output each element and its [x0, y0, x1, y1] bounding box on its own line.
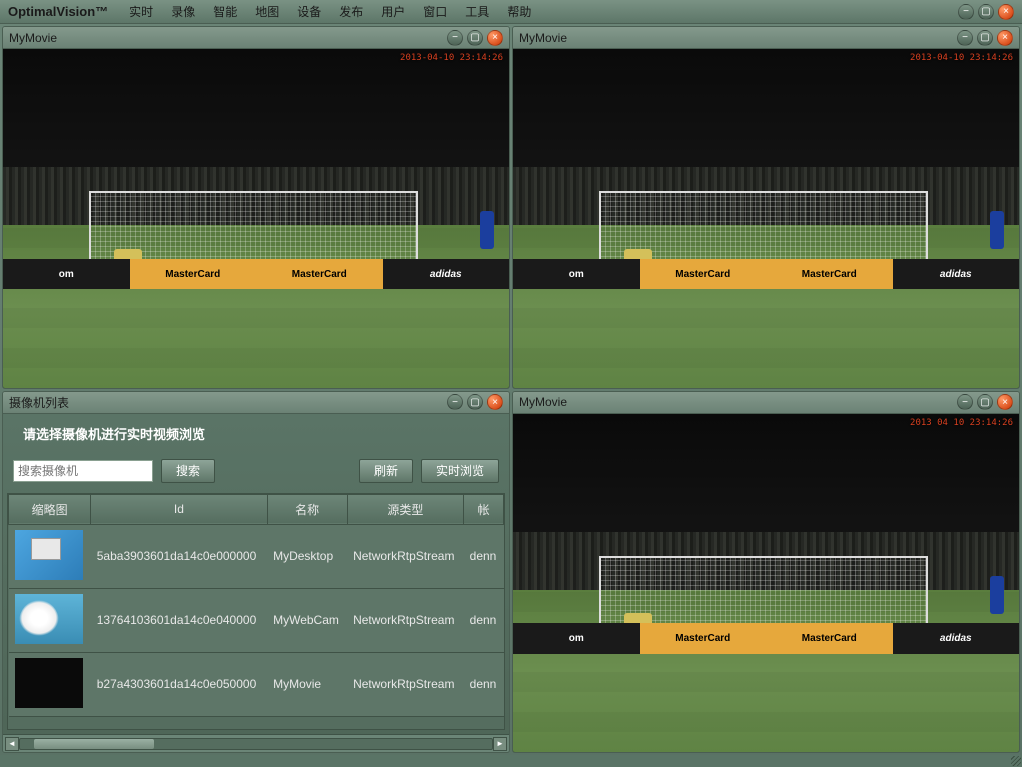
video-viewport[interactable]: omMasterCardMasterCardadidas 2013-04-10 …: [3, 49, 509, 388]
search-button[interactable]: 搜索: [161, 459, 215, 483]
cell-name: MyWebCam: [267, 588, 347, 652]
close-icon[interactable]: ×: [997, 394, 1013, 410]
menubar: OptimalVision™ 实时 录像 智能 地图 设备 发布 用户 窗口 工…: [0, 0, 1022, 24]
scroll-thumb[interactable]: [34, 739, 154, 749]
col-name[interactable]: 名称: [267, 494, 347, 524]
video-timestamp: 2013 04 10 23:14:26: [910, 418, 1013, 428]
menu-publish[interactable]: 发布: [339, 3, 363, 20]
menu-record[interactable]: 录像: [171, 3, 195, 20]
camera-table: 缩略图 Id 名称 源类型 帐 5aba3903601da14c0e000000…: [8, 494, 504, 717]
cell-id: 5aba3903601da14c0e000000: [91, 524, 267, 588]
video-timestamp: 2013-04-10 23:14:26: [910, 53, 1013, 63]
cell-source: NetworkRtpStream: [347, 588, 464, 652]
panel-header[interactable]: MyMovie − ▢ ×: [3, 27, 509, 49]
scroll-track[interactable]: [19, 738, 493, 750]
maximize-icon[interactable]: ▢: [977, 30, 993, 46]
app-window-controls: − ▢ ×: [958, 4, 1014, 20]
table-row[interactable]: b27a4303601da14c0e050000 MyMovie Network…: [9, 652, 504, 716]
statusbar: [0, 755, 1022, 767]
menu-map[interactable]: 地图: [255, 3, 279, 20]
cell-source: NetworkRtpStream: [347, 652, 464, 716]
minimize-icon[interactable]: −: [958, 4, 974, 20]
col-source[interactable]: 源类型: [347, 494, 464, 524]
col-id[interactable]: Id: [91, 494, 267, 524]
close-icon[interactable]: ×: [997, 30, 1013, 46]
camera-prompt: 请选择摄像机进行实时视频浏览: [3, 414, 509, 453]
live-preview-button[interactable]: 实时浏览: [421, 459, 499, 483]
col-account[interactable]: 帐: [464, 494, 504, 524]
scroll-right-icon[interactable]: ►: [493, 737, 507, 751]
menu-realtime[interactable]: 实时: [129, 3, 153, 20]
close-icon[interactable]: ×: [487, 394, 503, 410]
menu-window[interactable]: 窗口: [423, 3, 447, 20]
close-icon[interactable]: ×: [998, 4, 1014, 20]
thumbnail-desktop: [15, 530, 83, 580]
thumbnail-movie: [15, 658, 83, 708]
camera-list-panel: 摄像机列表 − ▢ × 请选择摄像机进行实时视频浏览 搜索 刷新 实时浏览 缩略…: [2, 391, 510, 754]
video-panel-1: MyMovie − ▢ × omMasterCardMasterCardadid…: [2, 26, 510, 389]
maximize-icon[interactable]: ▢: [467, 30, 483, 46]
menu-tools[interactable]: 工具: [465, 3, 489, 20]
camera-panel-body: 请选择摄像机进行实时视频浏览 搜索 刷新 实时浏览 缩略图 Id 名称 源类型 …: [3, 414, 509, 753]
cell-account: denn: [464, 588, 504, 652]
search-input[interactable]: [13, 460, 153, 482]
resize-grip-icon[interactable]: [1011, 756, 1021, 766]
panel-title: MyMovie: [9, 31, 447, 45]
video-timestamp: 2013-04-10 23:14:26: [400, 53, 503, 63]
minimize-icon[interactable]: −: [957, 30, 973, 46]
cell-name: MyMovie: [267, 652, 347, 716]
scroll-left-icon[interactable]: ◄: [5, 737, 19, 751]
panel-header[interactable]: MyMovie − ▢ ×: [513, 27, 1019, 49]
panel-title: MyMovie: [519, 395, 957, 409]
cell-source: NetworkRtpStream: [347, 524, 464, 588]
menu-help[interactable]: 帮助: [507, 3, 531, 20]
menu-user[interactable]: 用户: [381, 3, 405, 20]
workspace: MyMovie − ▢ × omMasterCardMasterCardadid…: [0, 24, 1022, 755]
panel-title: MyMovie: [519, 31, 957, 45]
camera-toolbar: 搜索 刷新 实时浏览: [3, 453, 509, 489]
minimize-icon[interactable]: −: [957, 394, 973, 410]
col-thumbnail[interactable]: 缩略图: [9, 494, 91, 524]
menu-device[interactable]: 设备: [297, 3, 321, 20]
cell-id: b27a4303601da14c0e050000: [91, 652, 267, 716]
close-icon[interactable]: ×: [487, 30, 503, 46]
refresh-button[interactable]: 刷新: [359, 459, 413, 483]
cell-account: denn: [464, 652, 504, 716]
table-row[interactable]: 5aba3903601da14c0e000000 MyDesktop Netwo…: [9, 524, 504, 588]
panel-title: 摄像机列表: [9, 394, 447, 411]
cell-name: MyDesktop: [267, 524, 347, 588]
video-viewport[interactable]: omMasterCardMasterCardadidas 2013 04 10 …: [513, 414, 1019, 753]
video-viewport[interactable]: omMasterCardMasterCardadidas 2013-04-10 …: [513, 49, 1019, 388]
table-header-row: 缩略图 Id 名称 源类型 帐: [9, 494, 504, 524]
camera-table-container: 缩略图 Id 名称 源类型 帐 5aba3903601da14c0e000000…: [7, 493, 505, 731]
app-title: OptimalVision™: [8, 4, 108, 19]
table-row[interactable]: 13764103601da14c0e040000 MyWebCam Networ…: [9, 588, 504, 652]
maximize-icon[interactable]: ▢: [977, 394, 993, 410]
cell-account: denn: [464, 524, 504, 588]
video-panel-3: MyMovie − ▢ × omMasterCardMasterCardadid…: [512, 391, 1020, 754]
menu-smart[interactable]: 智能: [213, 3, 237, 20]
maximize-icon[interactable]: ▢: [467, 394, 483, 410]
panel-header[interactable]: MyMovie − ▢ ×: [513, 392, 1019, 414]
cell-id: 13764103601da14c0e040000: [91, 588, 267, 652]
panel-header[interactable]: 摄像机列表 − ▢ ×: [3, 392, 509, 414]
minimize-icon[interactable]: −: [447, 30, 463, 46]
thumbnail-webcam: [15, 594, 83, 644]
video-panel-2: MyMovie − ▢ × omMasterCardMasterCardadid…: [512, 26, 1020, 389]
horizontal-scrollbar[interactable]: ◄ ►: [3, 734, 509, 752]
minimize-icon[interactable]: −: [447, 394, 463, 410]
maximize-icon[interactable]: ▢: [978, 4, 994, 20]
